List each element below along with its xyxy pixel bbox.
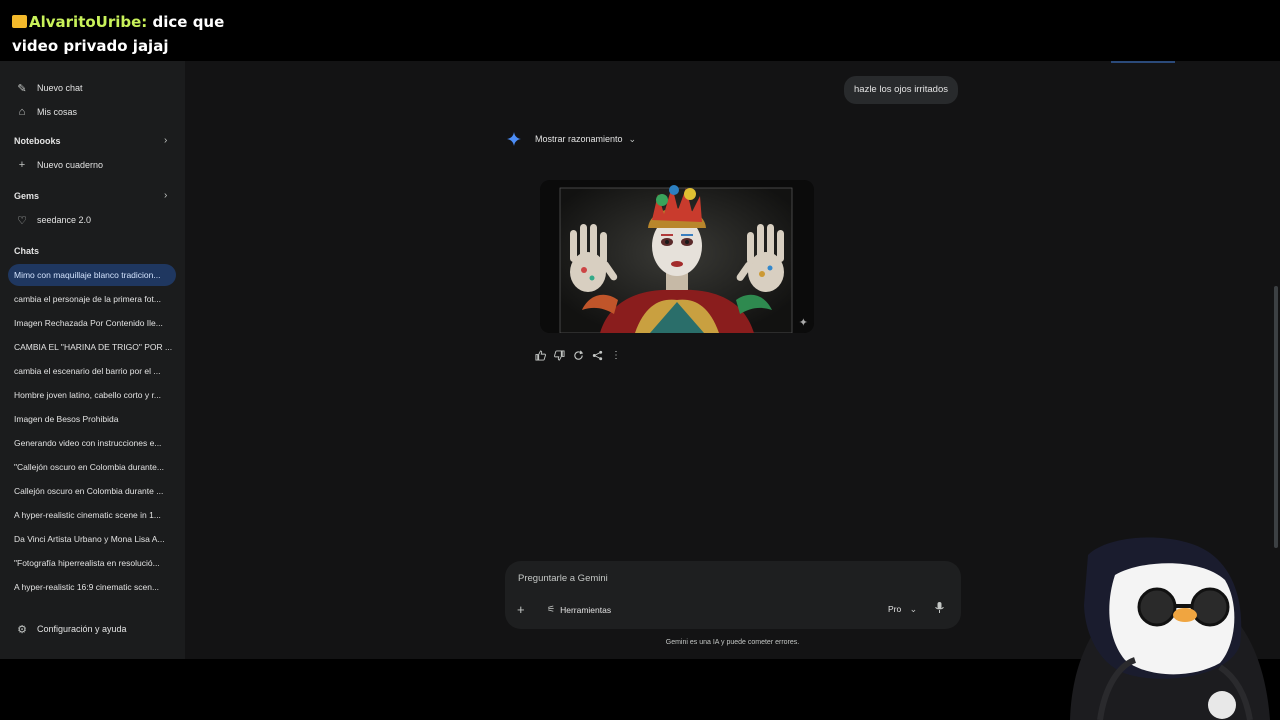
new-chat-label: Nuevo chat bbox=[37, 83, 83, 93]
tools-label: Herramientas bbox=[560, 604, 612, 615]
mime-portrait-image bbox=[540, 180, 814, 333]
thumbs-up-icon[interactable] bbox=[534, 349, 546, 361]
plus-icon: + bbox=[18, 159, 26, 171]
overlay-username: AlvaritoUribe: bbox=[29, 13, 148, 31]
response-actions: ⋮ bbox=[534, 349, 622, 361]
settings-help-button[interactable]: ⚙ Configuración y ayuda bbox=[8, 618, 176, 640]
model-label: Pro bbox=[888, 604, 902, 614]
my-stuff-button[interactable]: ⌂ Mis cosas bbox=[8, 101, 176, 123]
chat-item[interactable]: Hombre joven latino, cabello corto y r..… bbox=[8, 384, 176, 406]
prompt-composer: + ⚟ Herramientas Pro ⌄ bbox=[505, 561, 961, 629]
sidebar: ✎ Nuevo chat ⌂ Mis cosas Notebooks › + N… bbox=[0, 61, 185, 659]
mystuff-icon: ⌂ bbox=[18, 106, 26, 118]
chat-item-active[interactable]: Mimo con maquillaje blanco tradicion... bbox=[8, 264, 176, 286]
chat-item[interactable]: "Fotografía hiperrealista en resolució..… bbox=[8, 552, 176, 574]
more-options-icon[interactable]: ⋮ bbox=[610, 349, 622, 361]
prompt-input[interactable] bbox=[518, 573, 938, 584]
new-notebook-button[interactable]: + Nuevo cuaderno bbox=[8, 154, 176, 176]
disclaimer-text: Gemini es una IA y puede cometer errores… bbox=[665, 639, 800, 646]
gems-heading[interactable]: Gems bbox=[14, 191, 39, 201]
model-selector[interactable]: Pro ⌄ bbox=[888, 604, 917, 615]
chat-item[interactable]: Da Vinci Artista Urbano y Mona Lisa A... bbox=[8, 528, 176, 550]
sparkle-icon: ✦ bbox=[798, 317, 808, 329]
tools-sliders-icon: ⚟ bbox=[547, 604, 556, 614]
stream-chat-overlay: AlvaritoUribe: dice que video privado ja… bbox=[12, 10, 252, 58]
chevron-right-icon[interactable]: › bbox=[164, 135, 167, 146]
chats-heading: Chats bbox=[14, 246, 40, 256]
screen: AlvaritoUribe: dice que video privado ja… bbox=[0, 0, 1280, 720]
chat-item[interactable]: A hyper-realistic 16:9 cinematic scen... bbox=[8, 576, 176, 598]
scrollbar-thumb[interactable] bbox=[1274, 286, 1278, 548]
crown-icon bbox=[12, 15, 27, 28]
regenerate-icon[interactable] bbox=[572, 349, 584, 361]
chat-item[interactable]: Callejón oscuro en Colombia durante ... bbox=[8, 480, 176, 502]
gem-item[interactable]: ♡ seedance 2.0 bbox=[8, 209, 176, 231]
new-chat-button[interactable]: ✎ Nuevo chat bbox=[8, 77, 176, 99]
gem-item-label: seedance 2.0 bbox=[37, 215, 92, 225]
chevron-down-icon: ⌄ bbox=[909, 604, 918, 614]
chevron-down-icon: ⌄ bbox=[628, 133, 637, 144]
show-reasoning-toggle[interactable]: Mostrar razonamiento ⌄ bbox=[507, 132, 636, 146]
chat-item[interactable]: CAMBIA EL "HARINA DE TRIGO" POR ... bbox=[8, 336, 176, 358]
new-notebook-label: Nuevo cuaderno bbox=[37, 160, 104, 170]
thumbs-down-icon[interactable] bbox=[553, 349, 565, 361]
penguin-mascot-image bbox=[1070, 537, 1270, 720]
generated-image[interactable]: ✦ bbox=[540, 180, 814, 333]
gemini-star-icon bbox=[507, 132, 521, 146]
chevron-right-icon[interactable]: › bbox=[164, 190, 167, 201]
my-stuff-label: Mis cosas bbox=[37, 107, 78, 117]
tools-button[interactable]: ⚟ Herramientas bbox=[547, 604, 611, 615]
gear-icon: ⚙ bbox=[17, 623, 27, 636]
add-attachment-icon[interactable]: + bbox=[517, 602, 525, 617]
show-reasoning-label: Mostrar razonamiento bbox=[535, 134, 623, 144]
edit-icon: ✎ bbox=[17, 82, 27, 95]
settings-help-label: Configuración y ayuda bbox=[37, 624, 127, 634]
gem-heart-icon: ♡ bbox=[17, 214, 27, 227]
chat-item[interactable]: cambia el personaje de la primera fot... bbox=[8, 288, 176, 310]
user-message-bubble: hazle los ojos irritados bbox=[844, 76, 958, 104]
chat-item[interactable]: cambia el escenario del barrio por el ..… bbox=[8, 360, 176, 382]
chat-item[interactable]: "Callejón oscuro en Colombia durante... bbox=[8, 456, 176, 478]
share-icon[interactable] bbox=[591, 349, 603, 361]
notebooks-heading[interactable]: Notebooks bbox=[14, 136, 61, 146]
chat-item[interactable]: A hyper-realistic cinematic scene in 1..… bbox=[8, 504, 176, 526]
microphone-icon[interactable] bbox=[935, 602, 944, 616]
chat-item[interactable]: Imagen Rechazada Por Contenido Ile... bbox=[8, 312, 176, 334]
chat-item[interactable]: Imagen de Besos Prohibida bbox=[8, 408, 176, 430]
top-accent-line bbox=[1111, 61, 1175, 63]
chat-item[interactable]: Generando video con instrucciones e... bbox=[8, 432, 176, 454]
